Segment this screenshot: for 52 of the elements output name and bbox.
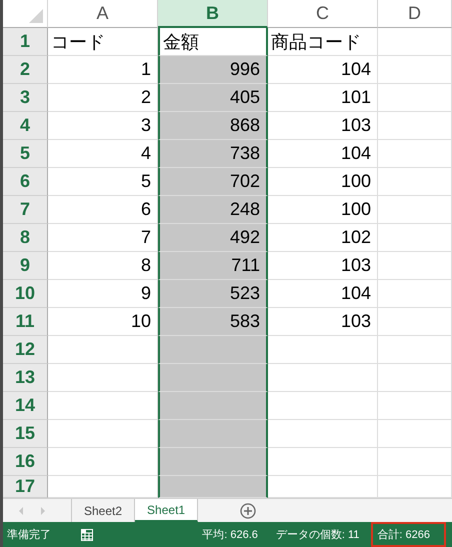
table-cell: 996	[158, 56, 268, 84]
table-cell: 商品コード	[268, 28, 378, 56]
row-header[interactable]: 16	[3, 448, 48, 476]
table-cell: 104	[268, 56, 378, 84]
table-cell: 金額	[158, 28, 268, 56]
select-all-corner[interactable]	[3, 0, 48, 28]
row-header[interactable]: 12	[3, 336, 48, 364]
row-header[interactable]: 11	[3, 308, 48, 336]
row-header[interactable]: 14	[3, 392, 48, 420]
table-cell: 711	[158, 252, 268, 280]
row-header[interactable]: 2	[3, 56, 48, 84]
status-statistic: データの個数: 11	[274, 528, 360, 543]
row-header[interactable]: 6	[3, 168, 48, 196]
row-header[interactable]: 9	[3, 252, 48, 280]
table-cell: 103	[268, 252, 378, 280]
scroll-right-icon[interactable]	[39, 506, 47, 516]
table-cell: 101	[268, 84, 378, 112]
table-cell: 702	[158, 168, 268, 196]
row-header[interactable]: 10	[3, 280, 48, 308]
row-header[interactable]: 7	[3, 196, 48, 224]
add-sheet-icon[interactable]	[240, 502, 256, 518]
table-cell: 583	[158, 308, 268, 336]
row-header[interactable]: 4	[3, 112, 48, 140]
row-header[interactable]: 8	[3, 224, 48, 252]
row-header[interactable]: 13	[3, 364, 48, 392]
column-header[interactable]: C	[268, 0, 378, 28]
table-cell: 738	[158, 140, 268, 168]
table-cell: 492	[158, 224, 268, 252]
table-cell: 103	[268, 308, 378, 336]
row-header[interactable]: 17	[3, 476, 48, 498]
table-cell: 103	[268, 112, 378, 140]
sheet-tab[interactable]: Sheet1	[135, 499, 198, 522]
row-header[interactable]: 1	[3, 28, 48, 56]
table-cell: 405	[158, 84, 268, 112]
table-cell: 104	[268, 140, 378, 168]
row-header[interactable]: 5	[3, 140, 48, 168]
status-statistic: 合計: 6266	[371, 522, 446, 547]
status-text: 準備完了	[7, 528, 51, 542]
row-header[interactable]: 15	[3, 420, 48, 448]
table-cell: 248	[158, 196, 268, 224]
table-cell: 100	[268, 196, 378, 224]
scroll-left-icon[interactable]	[17, 506, 25, 516]
column-header[interactable]: D	[378, 0, 452, 28]
table-cell: 523	[158, 280, 268, 308]
triangle-icon	[29, 9, 43, 23]
table-cell: 100	[268, 168, 378, 196]
table-cell: 104	[268, 280, 378, 308]
table-cell: 868	[158, 112, 268, 140]
status-statistic: 平均: 626.6	[201, 528, 259, 543]
column-header[interactable]: B	[158, 0, 268, 28]
row-header[interactable]: 3	[3, 84, 48, 112]
table-cell: 102	[268, 224, 378, 252]
